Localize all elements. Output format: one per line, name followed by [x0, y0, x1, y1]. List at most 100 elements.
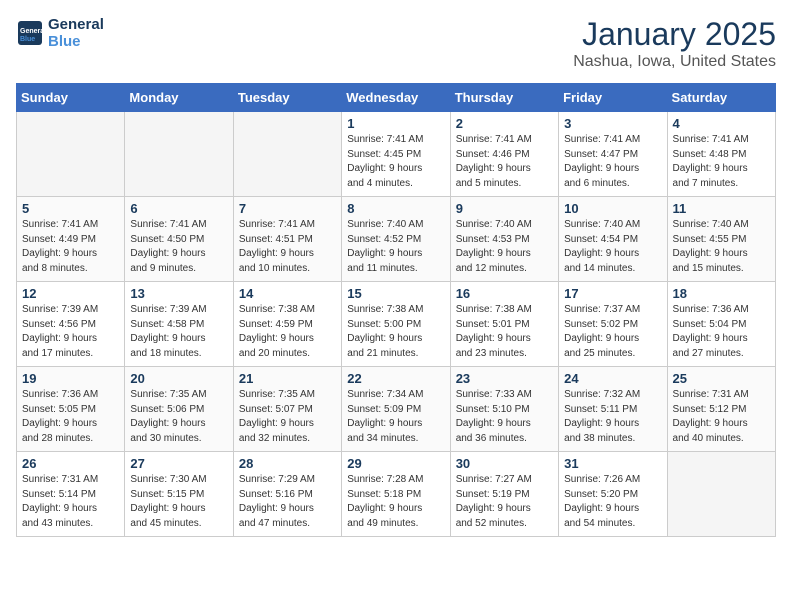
day-number: 31: [564, 456, 661, 471]
day-info: Sunrise: 7:41 AM Sunset: 4:51 PM Dayligh…: [239, 218, 336, 276]
day-info: Sunrise: 7:40 AM Sunset: 4:55 PM Dayligh…: [673, 218, 770, 276]
day-info: Sunrise: 7:28 AM Sunset: 5:18 PM Dayligh…: [347, 473, 444, 531]
calendar-cell: 13Sunrise: 7:39 AM Sunset: 4:58 PM Dayli…: [125, 282, 233, 367]
day-number: 14: [239, 286, 336, 301]
calendar-cell: 31 Sunrise: 7:26 AM Sunset: 5:20 PM Dayli…: [559, 452, 667, 537]
day-info: Sunrise: 7:40 AM Sunset: 4:53 PM Dayligh…: [456, 218, 553, 276]
day-number: 22: [347, 371, 444, 386]
day-number: 23: [456, 371, 553, 386]
day-info: Sunrise: 7:31 AM Sunset: 5:12 PM Dayligh…: [673, 388, 770, 446]
day-info: Sunrise: 7:26 AM Sunset: 5:20 PM Dayligh…: [564, 473, 661, 531]
day-number: 4: [673, 116, 770, 131]
calendar-cell: 18Sunrise: 7:36 AM Sunset: 5:04 PM Dayli…: [667, 282, 775, 367]
svg-text:Blue: Blue: [20, 36, 35, 43]
day-info: Sunrise: 7:36 AM Sunset: 5:05 PM Dayligh…: [22, 388, 119, 446]
day-number: 17: [564, 286, 661, 301]
day-info: Sunrise: 7:35 AM Sunset: 5:07 PM Dayligh…: [239, 388, 336, 446]
day-info: Sunrise: 7:36 AM Sunset: 5:04 PM Dayligh…: [673, 303, 770, 361]
calendar-cell: 5 Sunrise: 7:41 AM Sunset: 4:49 PM Daylig…: [17, 197, 125, 282]
day-number: 11: [673, 201, 770, 216]
logo-general: General: [48, 16, 104, 33]
day-info: Sunrise: 7:35 AM Sunset: 5:06 PM Dayligh…: [130, 388, 227, 446]
day-number: 1: [347, 116, 444, 131]
day-number: 28: [239, 456, 336, 471]
calendar-cell: [17, 112, 125, 197]
day-number: 10: [564, 201, 661, 216]
calendar-cell: 3 Sunrise: 7:41 AM Sunset: 4:47 PM Daylig…: [559, 112, 667, 197]
calendar-cell: 29 Sunrise: 7:28 AM Sunset: 5:18 PM Dayli…: [342, 452, 450, 537]
calendar-cell: 16Sunrise: 7:38 AM Sunset: 5:01 PM Dayli…: [450, 282, 558, 367]
day-info: Sunrise: 7:27 AM Sunset: 5:19 PM Dayligh…: [456, 473, 553, 531]
calendar-cell: 9Sunrise: 7:40 AM Sunset: 4:53 PM Daylig…: [450, 197, 558, 282]
day-info: Sunrise: 7:39 AM Sunset: 4:58 PM Dayligh…: [130, 303, 227, 361]
week-row-1: 1Sunrise: 7:41 AM Sunset: 4:45 PM Daylig…: [17, 112, 776, 197]
day-number: 7: [239, 201, 336, 216]
calendar-cell: 1Sunrise: 7:41 AM Sunset: 4:45 PM Daylig…: [342, 112, 450, 197]
calendar-cell: [233, 112, 341, 197]
day-info: Sunrise: 7:31 AM Sunset: 5:14 PM Dayligh…: [22, 473, 119, 531]
day-info: Sunrise: 7:33 AM Sunset: 5:10 PM Dayligh…: [456, 388, 553, 446]
calendar-title: January 2025: [573, 16, 776, 53]
logo-blue: Blue: [48, 33, 104, 50]
day-info: Sunrise: 7:34 AM Sunset: 5:09 PM Dayligh…: [347, 388, 444, 446]
day-number: 30: [456, 456, 553, 471]
calendar-cell: 25Sunrise: 7:31 AM Sunset: 5:12 PM Dayli…: [667, 367, 775, 452]
weekday-header-thursday: Thursday: [450, 84, 558, 112]
day-info: Sunrise: 7:41 AM Sunset: 4:48 PM Dayligh…: [673, 133, 770, 191]
calendar-cell: 11 Sunrise: 7:40 AM Sunset: 4:55 PM Dayli…: [667, 197, 775, 282]
day-info: Sunrise: 7:41 AM Sunset: 4:50 PM Dayligh…: [130, 218, 227, 276]
day-number: 26: [22, 456, 119, 471]
day-number: 12: [22, 286, 119, 301]
calendar-cell: 6 Sunrise: 7:41 AM Sunset: 4:50 PM Daylig…: [125, 197, 233, 282]
weekday-header-row: SundayMondayTuesdayWednesdayThursdayFrid…: [17, 84, 776, 112]
calendar-cell: 12 Sunrise: 7:39 AM Sunset: 4:56 PM Dayli…: [17, 282, 125, 367]
calendar-cell: 7 Sunrise: 7:41 AM Sunset: 4:51 PM Daylig…: [233, 197, 341, 282]
calendar-cell: 10 Sunrise: 7:40 AM Sunset: 4:54 PM Dayli…: [559, 197, 667, 282]
day-number: 21: [239, 371, 336, 386]
week-row-5: 26 Sunrise: 7:31 AM Sunset: 5:14 PM Dayli…: [17, 452, 776, 537]
calendar-cell: 8 Sunrise: 7:40 AM Sunset: 4:52 PM Daylig…: [342, 197, 450, 282]
title-block: January 2025 Nashua, Iowa, United States: [573, 16, 776, 71]
calendar-cell: 15 Sunrise: 7:38 AM Sunset: 5:00 PM Dayli…: [342, 282, 450, 367]
day-info: Sunrise: 7:30 AM Sunset: 5:15 PM Dayligh…: [130, 473, 227, 531]
day-info: Sunrise: 7:38 AM Sunset: 5:00 PM Dayligh…: [347, 303, 444, 361]
day-info: Sunrise: 7:32 AM Sunset: 5:11 PM Dayligh…: [564, 388, 661, 446]
day-info: Sunrise: 7:37 AM Sunset: 5:02 PM Dayligh…: [564, 303, 661, 361]
weekday-header-sunday: Sunday: [17, 84, 125, 112]
day-info: Sunrise: 7:40 AM Sunset: 4:52 PM Dayligh…: [347, 218, 444, 276]
day-number: 6: [130, 201, 227, 216]
day-number: 8: [347, 201, 444, 216]
svg-text:General: General: [20, 28, 44, 35]
weekday-header-monday: Monday: [125, 84, 233, 112]
logo-icon: General Blue: [16, 19, 44, 47]
day-number: 27: [130, 456, 227, 471]
calendar-cell: 22 Sunrise: 7:34 AM Sunset: 5:09 PM Dayli…: [342, 367, 450, 452]
calendar-cell: 24 Sunrise: 7:32 AM Sunset: 5:11 PM Dayli…: [559, 367, 667, 452]
calendar-table: SundayMondayTuesdayWednesdayThursdayFrid…: [16, 83, 776, 537]
day-info: Sunrise: 7:41 AM Sunset: 4:46 PM Dayligh…: [456, 133, 553, 191]
day-number: 29: [347, 456, 444, 471]
day-info: Sunrise: 7:40 AM Sunset: 4:54 PM Dayligh…: [564, 218, 661, 276]
calendar-cell: 4 Sunrise: 7:41 AM Sunset: 4:48 PM Daylig…: [667, 112, 775, 197]
day-info: Sunrise: 7:41 AM Sunset: 4:49 PM Dayligh…: [22, 218, 119, 276]
calendar-cell: 30 Sunrise: 7:27 AM Sunset: 5:19 PM Dayli…: [450, 452, 558, 537]
day-number: 20: [130, 371, 227, 386]
day-number: 19: [22, 371, 119, 386]
calendar-cell: 21 Sunrise: 7:35 AM Sunset: 5:07 PM Dayli…: [233, 367, 341, 452]
day-number: 16: [456, 286, 553, 301]
day-number: 24: [564, 371, 661, 386]
day-info: Sunrise: 7:41 AM Sunset: 4:47 PM Dayligh…: [564, 133, 661, 191]
weekday-header-wednesday: Wednesday: [342, 84, 450, 112]
weekday-header-tuesday: Tuesday: [233, 84, 341, 112]
weekday-header-saturday: Saturday: [667, 84, 775, 112]
week-row-4: 19 Sunrise: 7:36 AM Sunset: 5:05 PM Dayli…: [17, 367, 776, 452]
calendar-cell: 2 Sunrise: 7:41 AM Sunset: 4:46 PM Daylig…: [450, 112, 558, 197]
day-number: 3: [564, 116, 661, 131]
calendar-subtitle: Nashua, Iowa, United States: [573, 53, 776, 71]
day-number: 2: [456, 116, 553, 131]
calendar-cell: [125, 112, 233, 197]
week-row-2: 5 Sunrise: 7:41 AM Sunset: 4:49 PM Daylig…: [17, 197, 776, 282]
day-number: 15: [347, 286, 444, 301]
day-number: 5: [22, 201, 119, 216]
day-info: Sunrise: 7:39 AM Sunset: 4:56 PM Dayligh…: [22, 303, 119, 361]
